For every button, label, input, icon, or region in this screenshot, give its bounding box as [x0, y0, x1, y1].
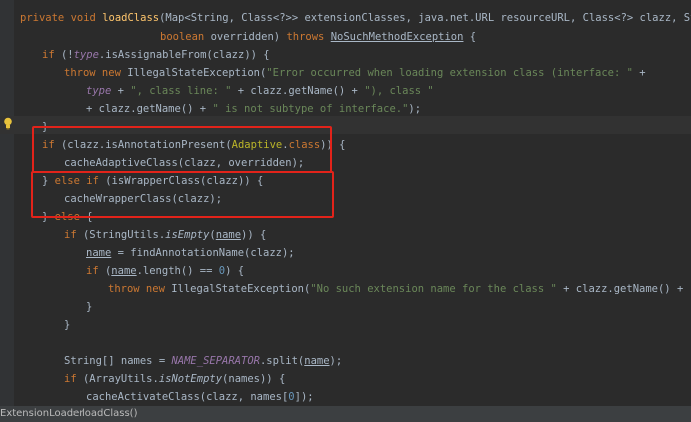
- code-token: cacheActivateClass(clazz, names[: [86, 391, 289, 403]
- code-line[interactable]: type + ", class line: " + clazz.getName(…: [86, 82, 434, 100]
- code-line[interactable]: name = findAnnotationName(clazz);: [86, 244, 295, 262]
- code-token: "Error occurred when loading extension c…: [266, 67, 633, 79]
- code-token: +: [111, 85, 131, 97]
- code-token: type: [86, 85, 112, 97]
- code-line[interactable]: cacheActivateClass(clazz, names[0]);: [86, 388, 314, 406]
- code-token: = findAnnotationName(clazz);: [111, 247, 295, 259]
- code-line[interactable]: throw new IllegalStateException("No such…: [108, 280, 691, 298]
- code-token: IllegalStateException(: [171, 283, 311, 295]
- code-line[interactable]: }: [64, 316, 70, 334]
- breadcrumb-separator: ›: [72, 408, 76, 419]
- code-line[interactable]: + clazz.getName() + " is not subtype of …: [86, 100, 421, 118]
- code-token: (ArrayUtils.: [82, 373, 159, 385]
- code-token: (Map<String, Class<?>> extensionClasses,…: [159, 12, 691, 24]
- code-token: NoSuchMethodException: [330, 31, 464, 43]
- code-token: NAME_SEPARATOR: [171, 355, 260, 367]
- code-token: throw new: [64, 67, 128, 79]
- code-token: if: [86, 265, 105, 277]
- breadcrumb-bar: ExtensionLoader › loadClass(): [0, 406, 691, 422]
- code-token: if: [64, 229, 83, 241]
- code-token: .isAssignableFrom(clazz)) {: [98, 49, 270, 61]
- wrapper-branch-highlight: [31, 171, 334, 218]
- code-token: name: [215, 229, 242, 241]
- code-token: (names)) {: [222, 373, 286, 385]
- code-line[interactable]: private void loadClass(Map<String, Class…: [20, 9, 691, 27]
- code-line[interactable]: }: [86, 298, 92, 316]
- code-token: String[] names =: [64, 355, 172, 367]
- code-token: throws: [286, 31, 331, 43]
- code-token: (StringUtils.: [82, 229, 166, 241]
- code-token: type: [73, 49, 99, 61]
- code-line[interactable]: if (name.length() == 0) {: [86, 262, 244, 280]
- code-token: loadClass: [102, 12, 160, 24]
- code-token: )) {: [241, 229, 267, 241]
- code-token: }: [64, 319, 71, 331]
- code-token: name: [111, 265, 137, 277]
- code-token: name: [86, 247, 112, 259]
- code-token: name: [304, 355, 330, 367]
- code-line[interactable]: if (StringUtils.isEmpty(name)) {: [64, 226, 266, 244]
- adaptive-branch-highlight: [32, 126, 332, 173]
- code-token: "), class ": [364, 85, 434, 97]
- code-token: + clazz.getName() +: [556, 283, 690, 295]
- code-line[interactable]: if (!type.isAssignableFrom(clazz)) {: [42, 46, 270, 64]
- code-token: +: [632, 67, 646, 79]
- code-token: " is not subtype of interface.": [212, 103, 409, 115]
- code-token: private: [20, 12, 71, 24]
- code-token: isNotEmpty: [158, 373, 223, 385]
- code-token: isEmpty: [165, 229, 210, 241]
- code-token: throw new: [108, 283, 172, 295]
- code-editor[interactable]: private void loadClass(Map<String, Class…: [0, 0, 691, 406]
- code-token: void: [70, 12, 103, 24]
- code-token: if: [42, 49, 61, 61]
- code-token: ]);: [294, 391, 314, 403]
- code-token: .split(: [259, 355, 305, 367]
- breadcrumb-method[interactable]: loadClass(): [82, 406, 137, 422]
- code-token: (!: [60, 49, 74, 61]
- code-token: ) {: [225, 265, 245, 277]
- code-token: .length() ==: [136, 265, 219, 277]
- code-token: boolean: [160, 31, 211, 43]
- code-line[interactable]: boolean overridden) throws NoSuchMethodE…: [160, 28, 476, 46]
- code-line[interactable]: String[] names = NAME_SEPARATOR.split(na…: [64, 352, 342, 370]
- code-token: }: [86, 301, 93, 313]
- code-token: overridden): [210, 31, 287, 43]
- code-line[interactable]: throw new IllegalStateException("Error o…: [64, 64, 646, 82]
- code-token: );: [329, 355, 343, 367]
- breadcrumb-class[interactable]: ExtensionLoader: [0, 406, 83, 422]
- code-token: + clazz.getName() +: [86, 103, 213, 115]
- code-token: if: [64, 373, 83, 385]
- code-token: {: [463, 31, 477, 43]
- code-token: IllegalStateException(: [127, 67, 267, 79]
- code-token: "No such extension name for the class ": [310, 283, 557, 295]
- code-token: ", class line: ": [130, 85, 232, 97]
- code-token: );: [408, 103, 422, 115]
- code-token: + clazz.getName() +: [231, 85, 365, 97]
- code-line[interactable]: if (ArrayUtils.isNotEmpty(names)) {: [64, 370, 285, 388]
